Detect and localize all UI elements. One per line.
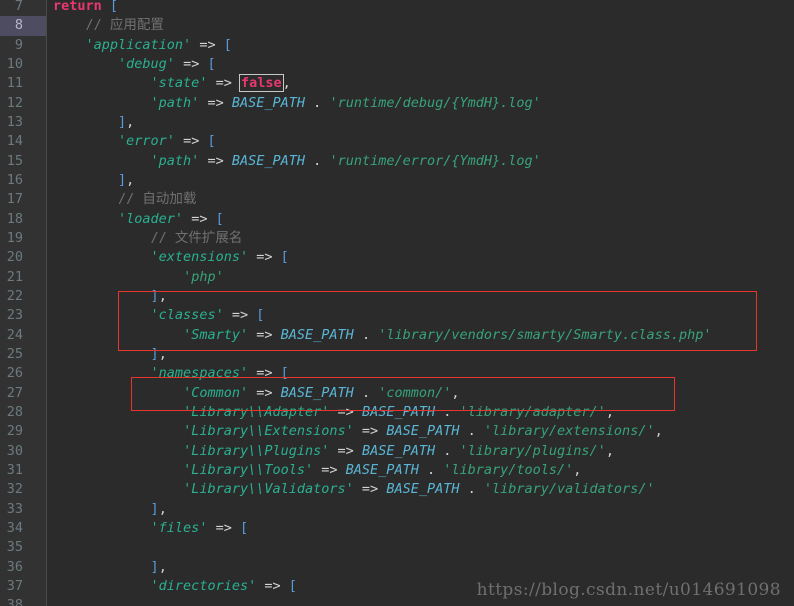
code-line-17[interactable]: // 自动加载 [118,190,196,209]
code-line-13[interactable]: ], [118,113,134,132]
line-number-22: 22 [6,287,23,304]
line-number-15: 15 [6,152,23,169]
line-number-23: 23 [6,307,23,324]
line-number-11: 11 [6,75,23,92]
code-line-28[interactable]: 'Library\\Adapter' => BASE_PATH . 'libra… [183,403,614,422]
code-line-33[interactable]: ], [151,500,167,519]
code-line-11[interactable]: 'state' => false, [151,74,291,93]
code-line-19[interactable]: // 文件扩展名 [151,229,243,248]
code-line-29[interactable]: 'Library\\Extensions' => BASE_PATH . 'li… [183,422,663,441]
code-line-24[interactable]: 'Smarty' => BASE_PATH . 'library/vendors… [183,326,711,345]
line-number-30: 30 [6,442,23,459]
code-line-21[interactable]: 'php' [183,268,224,287]
line-number-29: 29 [6,423,23,440]
line-number-17: 17 [6,191,23,208]
code-line-7[interactable]: return [ [53,0,118,16]
line-number-9: 9 [14,36,23,53]
code-line-36[interactable]: ], [151,558,167,577]
line-number-27: 27 [6,384,23,401]
line-number-33: 33 [6,500,23,517]
code-line-8[interactable]: // 应用配置 [86,16,164,35]
code-line-30[interactable]: 'Library\\Plugins' => BASE_PATH . 'libra… [183,442,614,461]
line-number-16: 16 [6,171,23,188]
line-number-12: 12 [6,94,23,111]
line-number-25: 25 [6,345,23,362]
code-line-15[interactable]: 'path' => BASE_PATH . 'runtime/error/{Ym… [151,152,541,171]
code-line-32[interactable]: 'Library\\Validators' => BASE_PATH . 'li… [183,480,655,499]
code-line-10[interactable]: 'debug' => [ [118,55,216,74]
code-line-22[interactable]: ], [151,287,167,306]
line-number-10: 10 [6,55,23,72]
line-number-7: 7 [14,0,23,14]
line-number-24: 24 [6,326,23,343]
line-number-8: 8 [0,16,46,36]
line-number-35: 35 [6,539,23,556]
line-number-36: 36 [6,558,23,575]
code-line-23[interactable]: 'classes' => [ [151,306,265,325]
line-number-14: 14 [6,133,23,150]
line-number-26: 26 [6,365,23,382]
code-line-37[interactable]: 'directories' => [ [151,577,297,596]
code-content-area[interactable]: return [// 应用配置'application' => ['debug'… [48,0,794,606]
line-number-13: 13 [6,113,23,130]
line-number-gutter: 7 8 9 10 11 12 13 14 15 16 17 18 19 20 21 22 23 24 25 26 27 2… [0,0,47,606]
code-line-34[interactable]: 'files' => [ [151,519,249,538]
line-number-37: 37 [6,577,23,594]
code-line-12[interactable]: 'path' => BASE_PATH . 'runtime/debug/{Ym… [151,94,541,113]
line-number-28: 28 [6,403,23,420]
line-number-18: 18 [6,210,23,227]
line-number-20: 20 [6,249,23,266]
line-number-31: 31 [6,461,23,478]
code-editor[interactable]: 7 8 9 10 11 12 13 14 15 16 17 18 19 20 21 22 23 24 25 26 27 2… [0,0,794,606]
code-line-9[interactable]: 'application' => [ [86,36,232,55]
line-number-21: 21 [6,268,23,285]
code-line-27[interactable]: 'Common' => BASE_PATH . 'common/', [183,384,459,403]
code-line-20[interactable]: 'extensions' => [ [151,248,289,267]
watermark-text: https://blog.csdn.net/u014691098 [476,579,781,600]
code-line-25[interactable]: ], [151,345,167,364]
code-line-26[interactable]: 'namespaces' => [ [151,364,289,383]
code-line-18[interactable]: 'loader' => [ [118,210,224,229]
code-line-31[interactable]: 'Library\\Tools' => BASE_PATH . 'library… [183,461,581,480]
line-number-38: 38 [6,597,23,606]
line-number-34: 34 [6,519,23,536]
code-line-16[interactable]: ], [118,171,134,190]
line-number-19: 19 [6,229,23,246]
line-number-32: 32 [6,481,23,498]
code-line-14[interactable]: 'error' => [ [118,132,216,151]
